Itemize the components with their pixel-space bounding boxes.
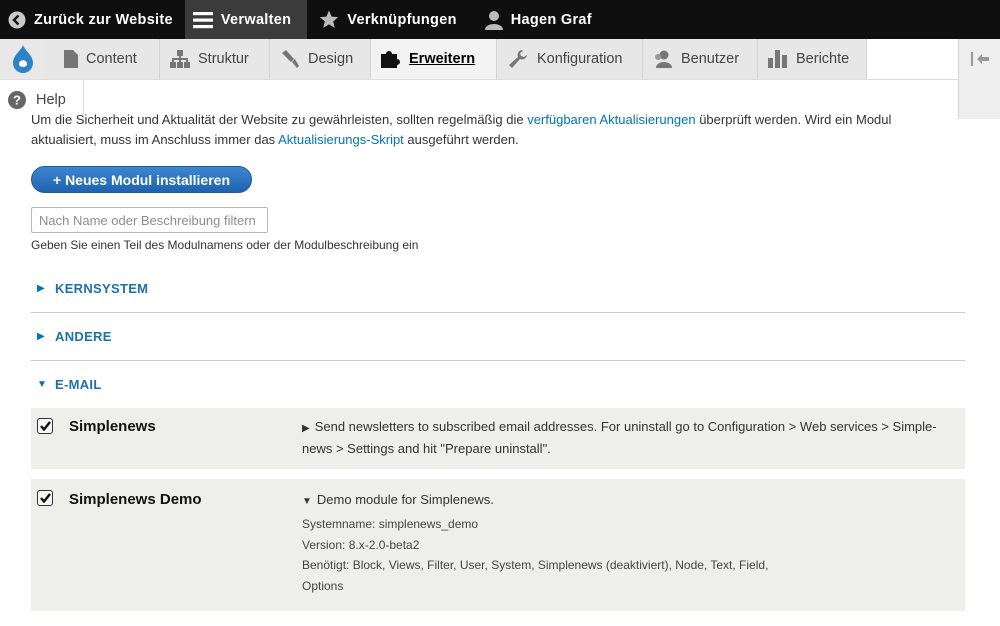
details-closed-icon: ▶ — [302, 423, 310, 434]
expanded-arrow-icon: ▼ — [37, 379, 47, 390]
filter-help-text: Geben Sie einen Teil des Modulnamens ode… — [31, 238, 419, 252]
checkmark-icon — [39, 421, 51, 431]
star-icon — [320, 10, 339, 28]
back-to-site-label: Zurück zur Website — [34, 11, 173, 28]
section-label: KERNSYSTEM — [55, 281, 149, 296]
sitemap-icon — [170, 50, 190, 68]
help-icon: ? — [8, 91, 26, 109]
collapse-tray-button[interactable] — [958, 39, 1000, 119]
tab-design-label: Design — [308, 51, 354, 67]
machine-name: Systemname: simplenews_demo — [302, 517, 479, 531]
install-module-button[interactable]: + Neues Modul installieren — [31, 166, 252, 193]
intro-text: Um die Sicherheit und Aktualität der Web… — [31, 110, 965, 150]
module-checkbox[interactable] — [37, 490, 53, 506]
update-script-link[interactable]: Aktualisierungs-Skript — [278, 132, 404, 147]
help-label: Help — [36, 92, 66, 108]
manage-label: Verwalten — [220, 11, 292, 28]
back-to-site-link[interactable]: Zurück zur Website — [0, 0, 185, 39]
user-tab[interactable]: Hagen Graf — [469, 0, 604, 39]
module-checkbox[interactable] — [37, 418, 53, 434]
section-label: ANDERE — [55, 329, 112, 344]
tab-content-label: Content — [86, 51, 137, 67]
available-updates-link[interactable]: verfügbaren Aktualisierungen — [527, 112, 695, 127]
section-label: E-MAIL — [55, 377, 102, 392]
bar-chart-icon — [768, 50, 787, 68]
tab-configuration[interactable]: Konfiguration — [497, 39, 643, 79]
section-andere[interactable]: ▶ ANDERE — [31, 313, 965, 361]
tab-people[interactable]: Benutzer — [643, 39, 758, 79]
module-requires-2: Options — [302, 578, 344, 593]
user-label: Hagen Graf — [510, 11, 592, 28]
description-text-1: Send newsletters to subscribed email add… — [314, 419, 937, 434]
collapsed-arrow-icon: ▶ — [37, 331, 45, 342]
description-text-2: news > Settings and hit "Prepare uninsta… — [302, 441, 551, 456]
tab-extend-label: Erweitern — [409, 51, 476, 67]
section-kernsystem[interactable]: ▶ KERNSYSTEM — [31, 265, 965, 313]
checkmark-icon — [39, 493, 51, 503]
admin-tray: Content Struktur Design Erweitern Konfig… — [0, 39, 1000, 120]
module-version: Version: 8.x-2.0-beta2 — [302, 537, 420, 552]
collapsed-arrow-icon: ▶ — [37, 283, 45, 294]
module-name: Simplenews Demo — [69, 491, 202, 508]
shortcuts-label: Verknüpfungen — [347, 11, 457, 28]
module-description[interactable]: ▼ Demo module for Simplenews. — [302, 490, 962, 512]
intro-line2-b: ausgeführt werden. — [403, 132, 519, 147]
module-name: Simplenews — [69, 418, 156, 435]
module-description[interactable]: ▶ Send newsletters to subscribed email ad… — [302, 417, 962, 459]
tab-content[interactable]: Content — [46, 39, 160, 79]
tab-reports[interactable]: Berichte — [758, 39, 867, 79]
tab-design[interactable]: Design — [270, 39, 371, 79]
intro-line-2: aktualisiert, muss im Anschluss immer da… — [31, 130, 965, 150]
user-icon — [484, 10, 503, 30]
module-row-simplenews-demo: Simplenews Demo ▼ Demo module for Simplen… — [31, 479, 965, 611]
people-icon — [655, 50, 672, 68]
drupal-logo-icon[interactable] — [0, 39, 46, 79]
intro-line1-a: Um die Sicherheit und Aktualität der Web… — [31, 112, 528, 127]
collapse-left-icon — [970, 52, 989, 66]
intro-line1-b: überprüft werden. Wird ein Modul — [695, 112, 892, 127]
wrench-icon — [509, 50, 527, 68]
description-line-1: ▶ Send newsletters to subscribed email ad… — [302, 417, 962, 439]
intro-line2-a: aktualisiert, muss im Anschluss immer da… — [31, 132, 279, 147]
module-row-simplenews: Simplenews ▶ Send newsletters to subscrib… — [31, 408, 965, 469]
tab-extend[interactable]: Erweitern — [371, 39, 497, 79]
section-email[interactable]: ▼ E-MAIL — [31, 361, 965, 408]
details-open-icon: ▼ — [302, 496, 312, 507]
arrow-left-circle-icon — [8, 11, 26, 28]
module-details: Systemname: simplenews_demo Version: 8.x… — [302, 514, 902, 596]
admin-toolbar: Zurück zur Website Verwalten Verknüpfung… — [0, 0, 1000, 39]
intro-line-1: Um die Sicherheit und Aktualität der Web… — [31, 110, 965, 130]
manage-tab[interactable]: Verwalten — [184, 0, 308, 39]
hamburger-icon — [192, 11, 213, 28]
tab-structure-label: Struktur — [198, 51, 249, 67]
menu-tabs: Content Struktur Design Erweitern Konfig… — [0, 39, 1000, 79]
tab-structure[interactable]: Struktur — [160, 39, 270, 79]
tab-people-label: Benutzer — [681, 51, 740, 67]
shortcuts-tab[interactable]: Verknüpfungen — [307, 0, 468, 39]
description-text: Demo module for Simplenews. — [316, 492, 494, 507]
document-icon — [64, 50, 78, 68]
module-filter-input[interactable] — [31, 207, 268, 233]
tab-reports-label: Berichte — [796, 51, 850, 67]
paintbrush-icon — [282, 50, 299, 68]
svg-text:?: ? — [13, 93, 21, 108]
tab-configuration-label: Konfiguration — [537, 51, 623, 67]
puzzle-icon — [381, 51, 400, 68]
module-requires-1: Benötigt: Block, Views, Filter, User, Sy… — [302, 558, 769, 572]
